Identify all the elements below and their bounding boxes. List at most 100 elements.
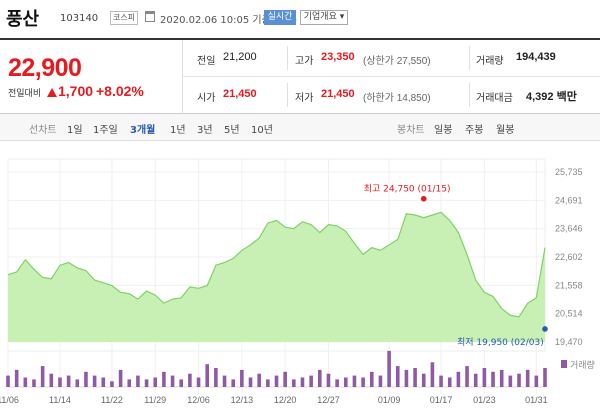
lower-limit: (하한가 14,850) bbox=[363, 93, 431, 104]
company-overview-dropdown[interactable]: 기업개요 ▾ bbox=[300, 10, 348, 25]
price-chart[interactable]: 25,735 24,691 23,646 22,602 21,558 20,514 19,4… bbox=[0, 141, 600, 418]
volume-bar bbox=[75, 379, 80, 387]
volume-bar bbox=[205, 364, 210, 387]
volume-bar bbox=[144, 379, 149, 387]
quote-row-2: 시가 21,450 저가 21,450 (하한가 14,850) 거래대금 4,… bbox=[183, 77, 600, 114]
up-triangle-icon bbox=[47, 88, 57, 97]
period-tab-1y[interactable]: 1년 bbox=[170, 121, 186, 136]
volume-bar bbox=[179, 379, 184, 387]
volume-bar bbox=[274, 375, 279, 387]
candle-chart-group-label: 봉차트 bbox=[397, 125, 425, 136]
volume-bar bbox=[421, 373, 426, 387]
quote-panel: 22,900 전일대비 1,700 +8.02% 전일 21,200 고가 23… bbox=[0, 38, 600, 114]
quote-row-1: 전일 21,200 고가 23,350 (상한가 27,550) 거래량 194… bbox=[183, 40, 600, 77]
low-point-marker bbox=[542, 326, 548, 332]
period-tab-5y[interactable]: 5년 bbox=[224, 121, 240, 136]
low-label: 저가 bbox=[295, 93, 314, 104]
y-tick-label: 20,514 bbox=[555, 309, 583, 319]
x-tick-label: 01/31 bbox=[525, 395, 548, 405]
high-value: 23,350 bbox=[321, 51, 355, 63]
volume-bar bbox=[473, 373, 478, 387]
volume-bar bbox=[534, 375, 539, 387]
chart-toolbar: 선차트 1일 1주일 3개월 1년 3년 5년 10년 봉차트 일봉 주봉 월봉 bbox=[0, 114, 600, 141]
volume-bar bbox=[248, 377, 253, 387]
x-tick-label: 12/20 bbox=[274, 395, 297, 405]
x-tick-label: 12/27 bbox=[317, 395, 340, 405]
volume-bar bbox=[343, 377, 348, 387]
volume-bar bbox=[66, 375, 71, 387]
candle-tab-daily[interactable]: 일봉 bbox=[434, 121, 452, 136]
volume-bar bbox=[84, 371, 88, 387]
volume-bar bbox=[387, 350, 391, 387]
volume-bar bbox=[257, 373, 261, 387]
volume-bar bbox=[118, 369, 123, 387]
y-tick-label: 22,602 bbox=[555, 252, 583, 262]
prev-close-value: 21,200 bbox=[223, 51, 257, 63]
volume-bar bbox=[92, 375, 97, 387]
line-chart-group-label: 선차트 bbox=[29, 125, 57, 136]
divider bbox=[287, 83, 288, 107]
high-annotation: 최고 24,750 (01/15) bbox=[364, 184, 451, 195]
high-point-marker bbox=[420, 195, 427, 202]
x-tick-label: 11/22 bbox=[101, 395, 123, 405]
volume-bar bbox=[456, 371, 461, 387]
period-tab-3y[interactable]: 3년 bbox=[197, 121, 213, 136]
volume-bar bbox=[300, 377, 305, 387]
volume-bar bbox=[110, 381, 114, 387]
volume-bar bbox=[58, 377, 62, 387]
y-tick-label: 21,558 bbox=[555, 280, 583, 290]
volume-bar bbox=[326, 373, 331, 387]
volume-bar bbox=[508, 375, 513, 387]
market-badge: 코스피 bbox=[110, 11, 138, 25]
x-tick-label: 01/17 bbox=[430, 395, 453, 405]
volume-bar bbox=[14, 369, 19, 387]
amount-label: 거래대금 bbox=[476, 93, 513, 104]
y-tick-label: 19,470 bbox=[555, 337, 583, 347]
realtime-button[interactable]: 실시간 bbox=[264, 10, 296, 25]
open-value: 21,450 bbox=[223, 88, 257, 100]
high-label: 고가 bbox=[295, 56, 314, 67]
volume-bar bbox=[491, 371, 495, 387]
volume-bar bbox=[214, 368, 218, 387]
period-tab-1w[interactable]: 1주일 bbox=[93, 121, 118, 136]
volume-bar bbox=[482, 368, 487, 387]
open-label: 시가 bbox=[197, 93, 216, 104]
volume-bar bbox=[32, 379, 36, 387]
price-chart-svg[interactable]: 25,735 24,691 23,646 22,602 21,558 20,514 19,4… bbox=[0, 141, 600, 418]
volume-bar bbox=[266, 379, 270, 387]
period-tab-10y[interactable]: 10년 bbox=[251, 121, 273, 136]
prev-close-label: 전일 bbox=[197, 56, 216, 67]
period-tab-3m[interactable]: 3개월 bbox=[130, 121, 155, 136]
x-tick-label: 11/29 bbox=[144, 395, 166, 405]
volume-legend-label: 거래량 bbox=[570, 359, 595, 370]
candle-tab-monthly[interactable]: 월봉 bbox=[496, 121, 514, 136]
volume-bar bbox=[447, 377, 452, 387]
volume-legend-swatch bbox=[561, 360, 567, 368]
current-price-box: 22,900 전일대비 1,700 +8.02% bbox=[0, 40, 183, 114]
x-tick-label: 01/23 bbox=[473, 395, 496, 405]
volume-bar bbox=[196, 377, 201, 387]
volume-bar bbox=[292, 379, 296, 387]
change-label: 전일대비 bbox=[8, 89, 42, 99]
volume-bar bbox=[309, 375, 313, 387]
y-tick-label: 23,646 bbox=[555, 224, 583, 234]
volume-bar bbox=[439, 375, 443, 387]
period-tab-1d[interactable]: 1일 bbox=[67, 121, 83, 136]
price-area-fill bbox=[8, 212, 545, 342]
change-percent: +8.02% bbox=[96, 83, 144, 99]
volume-bar bbox=[240, 369, 244, 387]
volume-bar bbox=[430, 362, 435, 387]
volume-bar bbox=[378, 375, 383, 387]
upper-limit: (상한가 27,550) bbox=[363, 56, 431, 67]
volume-bar bbox=[361, 377, 365, 387]
volume-bar bbox=[352, 375, 357, 387]
x-tick-label: 11/06 bbox=[0, 395, 19, 405]
x-tick-label: 01/09 bbox=[378, 395, 401, 405]
candle-tab-weekly[interactable]: 주봉 bbox=[465, 121, 483, 136]
volume-bar bbox=[23, 377, 28, 387]
stock-code: 103140 bbox=[60, 13, 99, 24]
volume-bar bbox=[499, 369, 504, 387]
volume-bar bbox=[127, 379, 132, 387]
stock-header: 풍산 103140 코스피 2020.02.06 10:05 기준(장중) 실시… bbox=[0, 0, 600, 38]
low-value: 21,450 bbox=[321, 88, 355, 100]
